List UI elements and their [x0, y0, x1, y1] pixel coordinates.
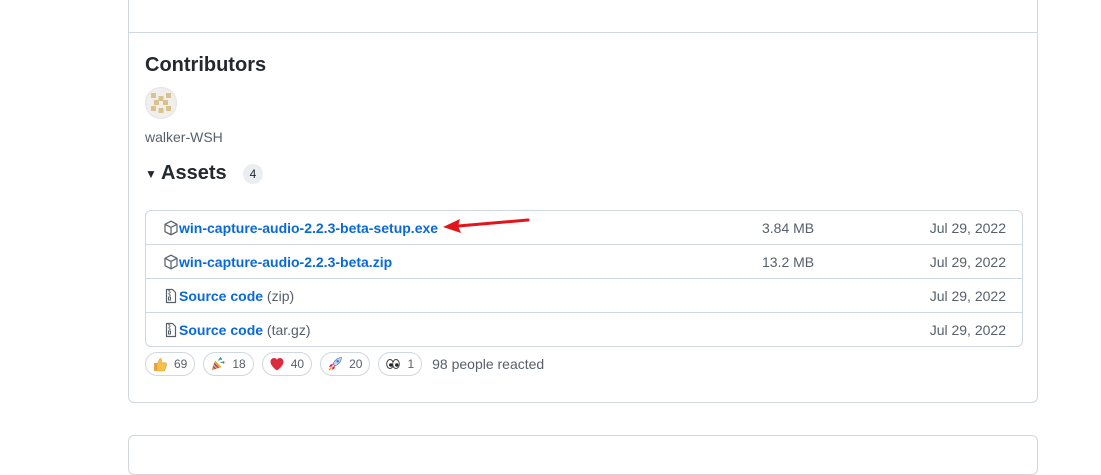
file-zip-icon	[165, 322, 177, 338]
package-icon	[164, 254, 178, 270]
file-zip-icon	[165, 288, 177, 304]
asset-row: win-capture-audio-2.2.3-beta-setup.exe 3…	[146, 211, 1022, 244]
asset-row: win-capture-audio-2.2.3-beta.zip 13.2 MB…	[146, 244, 1022, 278]
reaction-count: 69	[174, 357, 188, 371]
eyes-icon	[386, 359, 401, 369]
reaction-count: 20	[349, 357, 363, 371]
assets-heading: Assets	[161, 162, 227, 184]
assets-count-badge: 4	[242, 163, 264, 184]
caret-down-icon: ▼	[145, 166, 157, 181]
party-popper-icon	[211, 357, 225, 371]
assets-toggle[interactable]: ▼ Assets 4	[145, 162, 264, 185]
identicon	[151, 93, 171, 113]
asset-size: 13.2 MB	[762, 254, 815, 270]
reaction-count: 40	[290, 357, 305, 371]
thumbs-up-icon	[154, 358, 167, 372]
reaction-rocket[interactable]: 20	[320, 352, 371, 376]
asset-date: Jul 29, 2022	[929, 220, 1006, 236]
section-divider	[129, 32, 1037, 33]
reaction-count: 1	[407, 357, 415, 371]
reaction-eyes[interactable]: 1	[378, 352, 423, 376]
next-release-card	[128, 435, 1038, 475]
reaction-hooray[interactable]: 18	[203, 352, 254, 376]
reaction-heart[interactable]: 40	[261, 352, 313, 376]
red-arrow-annotation	[443, 218, 530, 233]
heart-icon	[270, 358, 284, 371]
assets-list: win-capture-audio-2.2.3-beta-setup.exe 3…	[145, 210, 1023, 347]
contributor-avatar[interactable]	[145, 87, 177, 119]
asset-link[interactable]: win-capture-audio-2.2.3-beta.zip	[179, 254, 392, 270]
asset-link[interactable]: Source code (tar.gz)	[179, 322, 311, 338]
reaction-count: 18	[232, 357, 246, 371]
reactions-summary: 98 people reacted	[432, 356, 545, 372]
asset-link[interactable]: win-capture-audio-2.2.3-beta-setup.exe	[179, 220, 438, 236]
reactions-bar: 69 18 40 20 1 98 people reacted	[145, 352, 544, 376]
release-card: Contributors walker-WSH ▼ Assets 4 win-c…	[128, 0, 1038, 403]
asset-date: Jul 29, 2022	[929, 254, 1006, 270]
contributor-name[interactable]: walker-WSH	[145, 129, 223, 145]
package-icon	[164, 220, 178, 236]
reaction-thumbs-up[interactable]: 69	[145, 352, 196, 376]
asset-date: Jul 29, 2022	[929, 288, 1006, 304]
rocket-icon	[328, 357, 342, 371]
asset-size: 3.84 MB	[762, 220, 815, 236]
contributors-heading: Contributors	[145, 54, 267, 76]
asset-date: Jul 29, 2022	[929, 322, 1006, 338]
asset-row: Source code (zip) Jul 29, 2022	[146, 278, 1022, 312]
asset-link[interactable]: Source code (zip)	[179, 288, 294, 304]
asset-row: Source code (tar.gz) Jul 29, 2022	[146, 312, 1022, 346]
